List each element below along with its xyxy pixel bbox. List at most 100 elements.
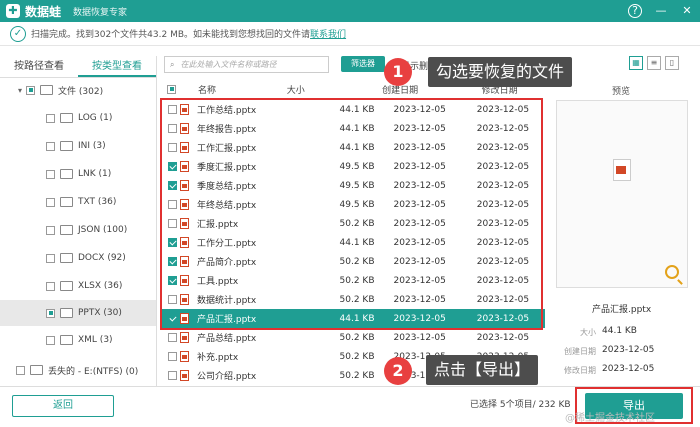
folder-icon — [60, 253, 73, 263]
row-checkbox[interactable] — [168, 371, 177, 380]
scan-status-message: 扫描完成。找到302个文件共43.2 MB。如未能找到您想找回的文件请 — [31, 30, 311, 40]
tab-by-path[interactable]: 按路径查看 — [0, 56, 78, 77]
tree-item-label: LOG (1) — [78, 113, 113, 123]
preview-created-label: 创建日期 — [564, 347, 596, 356]
folder-icon — [60, 169, 73, 179]
folder-icon — [30, 365, 43, 375]
file-size: 50.2 KB — [339, 351, 375, 362]
folder-icon — [60, 225, 73, 235]
file-size: 50.2 KB — [339, 332, 375, 343]
tree-item-txt[interactable]: TXT (36) — [0, 190, 156, 214]
tree-item-checkbox[interactable] — [46, 113, 55, 123]
tree-item-pptx[interactable]: PPTX (30) — [0, 300, 156, 326]
preview-size-value: 44.1 KB — [602, 326, 637, 336]
scan-status-bar: ✓ 扫描完成。找到302个文件共43.2 MB。如未能找到您想找回的文件请 联系… — [0, 22, 700, 46]
minimize-button[interactable]: — — [653, 3, 669, 19]
tree-item-xlsx[interactable]: XLSX (36) — [0, 274, 156, 298]
tree-root-checkbox[interactable] — [26, 85, 36, 95]
title-bar: ✚ 数据蛙 数据恢复专家 ? — ✕ — [0, 0, 700, 22]
check-circle-icon: ✓ — [10, 25, 26, 42]
folder-icon — [60, 197, 73, 207]
tree-item-checkbox[interactable] — [46, 197, 55, 207]
tree-item-log[interactable]: LOG (1) — [0, 106, 156, 130]
tree-item-label: INI (3) — [78, 141, 106, 151]
pptx-file-icon — [180, 332, 189, 343]
tree-drive-lost[interactable]: 丢失的 - E:(NTFS) (0) — [0, 358, 156, 382]
help-icon[interactable]: ? — [628, 4, 642, 18]
file-selection-highlight — [160, 98, 543, 330]
folder-icon — [60, 141, 73, 151]
tree-item-checkbox[interactable] — [16, 365, 25, 375]
preview-created-value: 2023-12-05 — [602, 345, 655, 355]
magnifier-icon[interactable] — [665, 265, 679, 279]
tree-item-xml[interactable]: XML (3) — [0, 328, 156, 352]
tree-item-json[interactable]: JSON (100) — [0, 218, 156, 242]
selection-info: 已选择 5个项目/ 232 KB — [470, 400, 571, 410]
step-1-callout: 勾选要恢复的文件 — [428, 57, 573, 87]
tree-item-lnk[interactable]: LNK (1) — [0, 162, 156, 186]
select-all-checkbox[interactable] — [167, 84, 176, 94]
app-subtitle: 数据恢复专家 — [73, 7, 128, 18]
folder-icon — [60, 335, 73, 345]
tree-item-label: DOCX (92) — [78, 253, 126, 263]
tree-item-docx[interactable]: DOCX (92) — [0, 246, 156, 270]
grid-view-icon[interactable]: ▦ — [629, 56, 643, 70]
preview-file-name: 产品汇报.pptx — [592, 305, 652, 315]
step-2-badge: 2 — [384, 357, 412, 385]
tree-item-label: 丢失的 - E:(NTFS) (0) — [48, 366, 139, 377]
search-placeholder: 在此处输入文件名称或路径 — [180, 60, 277, 69]
app-name: 数据蛙 — [25, 4, 62, 19]
tree-root-label: 文件 (302) — [58, 86, 104, 97]
preview-box — [556, 100, 688, 288]
tree-item-checkbox[interactable] — [46, 308, 55, 318]
preview-modified-value: 2023-12-05 — [602, 364, 655, 374]
tab-by-type[interactable]: 按类型查看 — [78, 56, 156, 77]
file-name: 产品总结.pptx — [197, 334, 257, 344]
folder-icon — [40, 85, 54, 95]
row-checkbox[interactable] — [168, 333, 177, 342]
file-name: 公司介绍.pptx — [197, 372, 257, 382]
step-1-badge: 1 — [384, 58, 412, 86]
folder-icon — [60, 113, 73, 123]
tree-item-checkbox[interactable] — [46, 169, 55, 179]
table-row[interactable]: 产品总结.pptx 50.2 KB 2023-12-05 2023-12-05 — [160, 328, 545, 347]
step-2-callout: 点击【导出】 — [426, 355, 539, 385]
tree-item-checkbox[interactable] — [46, 225, 55, 235]
tree-item-label: XLSX (36) — [78, 281, 123, 291]
tree-item-checkbox[interactable] — [46, 253, 55, 263]
file-created: 2023-12-05 — [393, 332, 446, 343]
view-tabs: 按路径查看 按类型查看 — [0, 56, 156, 78]
pptx-file-icon — [180, 351, 189, 362]
preview-panel: 预览 产品汇报.pptx 大小 44.1 KB 创建日期 2023-12-05 … — [550, 74, 700, 375]
tree-root-files[interactable]: ▾ 文件 (302) — [0, 78, 156, 102]
tree-item-label: XML (3) — [78, 335, 113, 345]
detail-view-icon[interactable]: ▯ — [665, 56, 679, 70]
pptx-file-icon — [180, 370, 189, 381]
tree-item-checkbox[interactable] — [46, 335, 55, 345]
filter-button[interactable]: 筛选器 — [341, 56, 385, 72]
column-size[interactable]: 大小 — [287, 83, 346, 96]
column-name[interactable]: 名称 — [198, 83, 287, 96]
search-icon: ⌕ — [170, 59, 175, 69]
category-panel: 按路径查看 按类型查看 ▾ 文件 (302) LOG (1) INI (3) L… — [0, 56, 157, 386]
file-name: 补充.pptx — [197, 353, 239, 363]
tree-item-label: JSON (100) — [78, 225, 128, 235]
tree-item-checkbox[interactable] — [46, 141, 55, 151]
tree-item-checkbox[interactable] — [46, 281, 55, 291]
back-button[interactable]: 返回 — [12, 395, 114, 417]
tree-item-label: TXT (36) — [78, 197, 117, 207]
tree-item-ini[interactable]: INI (3) — [0, 134, 156, 158]
list-view-icon[interactable]: ≡ — [647, 56, 661, 70]
search-input[interactable]: ⌕ 在此处输入文件名称或路径 — [164, 56, 329, 73]
preview-size-label: 大小 — [580, 328, 596, 337]
folder-icon — [60, 308, 73, 318]
row-checkbox[interactable] — [168, 352, 177, 361]
file-modified: 2023-12-05 — [476, 332, 530, 343]
preview-title: 预览 — [612, 87, 631, 97]
close-button[interactable]: ✕ — [679, 3, 695, 19]
pptx-file-icon — [613, 159, 631, 181]
folder-icon — [60, 281, 73, 291]
chevron-down-icon[interactable]: ▾ — [18, 86, 22, 95]
preview-modified-label: 修改日期 — [564, 366, 596, 375]
contact-us-link[interactable]: 联系我们 — [310, 27, 346, 40]
